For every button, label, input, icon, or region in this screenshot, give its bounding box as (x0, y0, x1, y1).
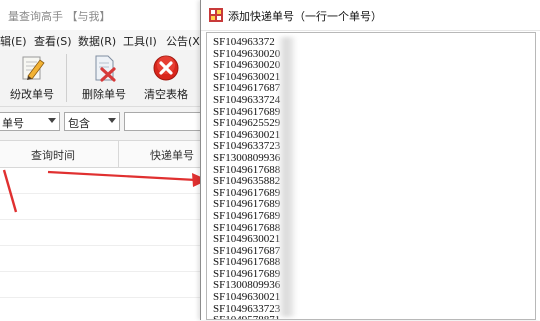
table-header: 查询时间 快递单号 (0, 141, 210, 168)
toolbar-separator (66, 54, 67, 102)
pencil-icon (22, 56, 45, 80)
clear-table-label: 清空表格 (144, 88, 188, 101)
menu-edit[interactable]: 辑(E) (0, 33, 27, 49)
document-x-icon (95, 55, 116, 82)
chevron-down-icon (108, 118, 116, 123)
mode-select[interactable]: 包含 (64, 112, 120, 131)
column-tracking-number[interactable]: 快递单号 (150, 147, 194, 163)
field-select-value: 单号 (2, 117, 24, 130)
column-divider (118, 141, 119, 167)
main-window-title: 量查询高手 【与我】 (8, 10, 111, 23)
menu-tools[interactable]: 工具(I) (123, 33, 157, 49)
table-row (0, 219, 210, 220)
edit-number-label: 纷改单号 (10, 88, 54, 101)
add-tracking-dialog: 添加快递单号（一行一个单号） SF104963372 SF1049630020 SF… (200, 0, 540, 320)
column-query-time[interactable]: 查询时间 (31, 147, 75, 163)
dialog-title-bar: 添加快递单号（一行一个单号） (201, 0, 540, 31)
clear-table-button[interactable]: 清空表格 (134, 50, 198, 106)
privacy-blur (277, 37, 297, 317)
edit-number-button[interactable]: 纷改单号 (0, 50, 64, 106)
table-row (0, 271, 210, 272)
menu-view[interactable]: 查看(S) (34, 33, 72, 49)
menu-data[interactable]: 数据(R) (78, 33, 116, 49)
menu-notice[interactable]: 公告(X (166, 33, 200, 49)
mode-select-value: 包含 (68, 117, 90, 130)
app-icon (209, 8, 223, 22)
results-table: 查询时间 快递单号 (0, 140, 210, 321)
red-circle-x-icon (153, 55, 179, 81)
tracking-number-textarea[interactable]: SF104963372 SF1049630020 SF1049630020 SF104… (206, 32, 536, 320)
tracking-number-list: SF104963372 SF1049630020 SF1049630020 SF104… (213, 37, 333, 319)
table-row (0, 245, 210, 246)
delete-number-button[interactable]: 删除单号 (72, 50, 136, 106)
toolbar: 纷改单号 删除单号 清空表格 (0, 50, 210, 107)
delete-number-label: 删除单号 (82, 88, 126, 101)
table-row (0, 193, 210, 194)
chevron-down-icon (48, 118, 56, 123)
table-row (0, 297, 210, 298)
dialog-title: 添加快递单号（一行一个单号） (228, 10, 382, 23)
field-select[interactable]: 单号 (0, 112, 60, 131)
filter-bar: 单号 包含 (0, 108, 214, 136)
